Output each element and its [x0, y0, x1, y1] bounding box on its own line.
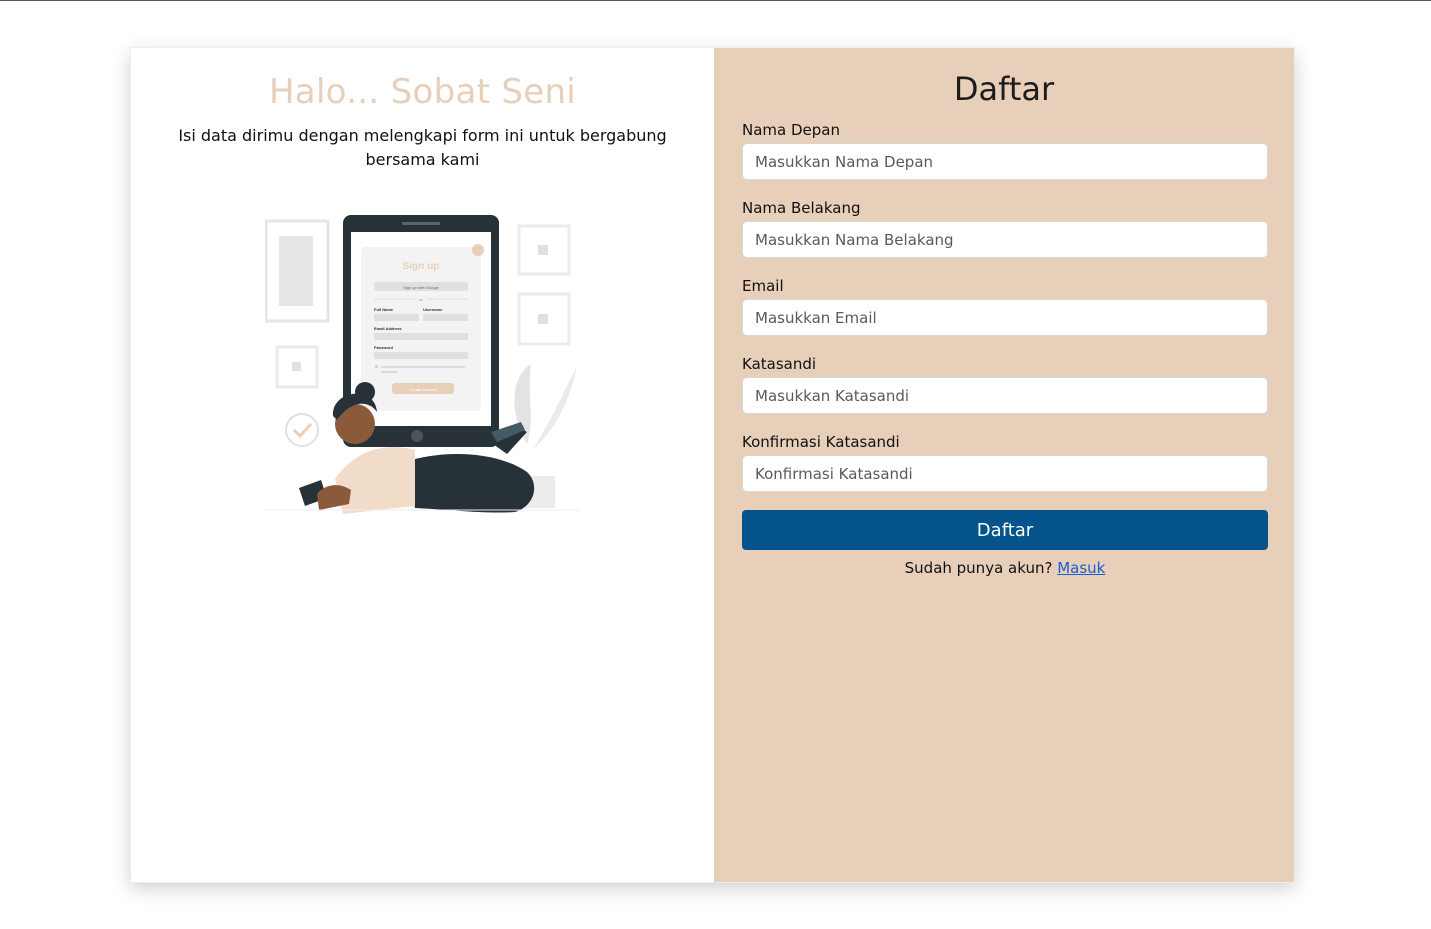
signup-card: Halo... Sobat Seni Isi data dirimu denga… — [130, 47, 1295, 883]
signup-illustration: Sign up Sign up with Google or Full Name… — [265, 215, 579, 514]
password-label: Katasandi — [742, 355, 817, 373]
confirm-password-input[interactable] — [742, 455, 1268, 492]
first-name-input[interactable] — [742, 143, 1268, 180]
registration-panel: Daftar Nama Depan Nama Belakang Email Ka… — [714, 48, 1294, 882]
first-name-label: Nama Depan — [742, 121, 840, 139]
welcome-description: Isi data dirimu dengan melengkapi form i… — [178, 126, 667, 169]
password-group: Katasandi — [742, 354, 1268, 414]
login-prompt-row: Sudah punya akun? Masuk — [742, 559, 1268, 577]
illustration-title: Sign up — [403, 261, 440, 272]
last-name-input[interactable] — [742, 221, 1268, 258]
frame-left-inner — [279, 236, 313, 306]
svg-text:Sign up with Google: Sign up with Google — [403, 285, 440, 290]
register-button[interactable]: Daftar — [742, 510, 1268, 550]
confirm-password-group: Konfirmasi Katasandi — [742, 432, 1268, 492]
first-name-group: Nama Depan — [742, 120, 1268, 180]
svg-text:Email Address: Email Address — [374, 326, 402, 331]
confirm-password-label: Konfirmasi Katasandi — [742, 433, 900, 451]
email-label: Email — [742, 277, 784, 295]
svg-text:Create Account: Create Account — [409, 387, 437, 392]
top-border-line — [0, 0, 1431, 1]
email-input[interactable] — [742, 299, 1268, 336]
welcome-heading: Halo... Sobat Seni — [268, 72, 577, 112]
check-icon — [285, 413, 319, 447]
email-group: Email — [742, 276, 1268, 336]
svg-text:Username: Username — [423, 307, 443, 312]
welcome-panel: Halo... Sobat Seni Isi data dirimu denga… — [131, 48, 714, 882]
form-title: Daftar — [953, 70, 1055, 108]
svg-text:Password: Password — [374, 345, 393, 350]
login-prompt-text: Sudah punya akun? — [904, 559, 1053, 577]
last-name-label: Nama Belakang — [742, 199, 861, 217]
login-link[interactable]: Masuk — [1057, 559, 1105, 577]
password-input[interactable] — [742, 377, 1268, 414]
svg-text:Full Name: Full Name — [374, 307, 394, 312]
person-legs — [405, 453, 535, 513]
last-name-group: Nama Belakang — [742, 198, 1268, 258]
